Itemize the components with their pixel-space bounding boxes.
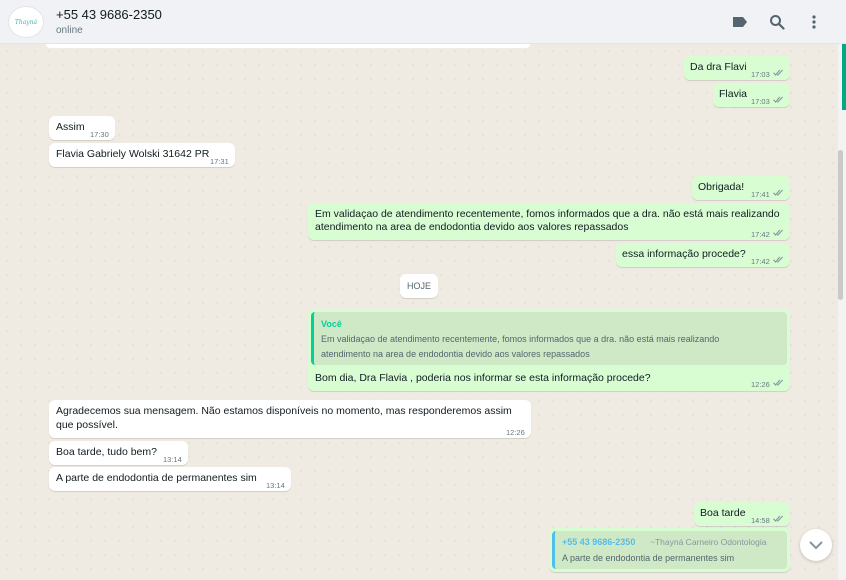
- read-receipt-icon: [773, 189, 783, 196]
- chevron-down-icon: [809, 541, 823, 549]
- message-time: 17:03: [751, 97, 770, 106]
- message-text-line: atendimento na area de endodontia devido…: [315, 221, 629, 233]
- message-text: Obrigada!: [698, 181, 745, 193]
- contact-status: online: [56, 25, 83, 36]
- message-text: Bom dia, Dra Flavia , poderia nos inform…: [315, 372, 651, 384]
- quoted-text-line: atendimento na area de endodontia devido…: [321, 349, 590, 359]
- message-bubble-outgoing-reply[interactable]: Você Em validaçao de atendimento recente…: [308, 309, 790, 391]
- read-receipt-icon: [773, 256, 783, 263]
- avatar-logo-text: Thayná: [14, 18, 38, 26]
- message-time: 17:30: [90, 130, 109, 139]
- message-bubble-incoming[interactable]: A parte de endodontia de permanentes sim…: [49, 467, 291, 491]
- read-receipt-icon: [773, 229, 783, 236]
- message-text-line: Em validaçao de atendimento recentemente…: [315, 208, 780, 220]
- message-bubble-outgoing[interactable]: Obrigada! 17:41: [692, 176, 790, 200]
- message-text: Assim: [56, 121, 85, 133]
- message-bubble-outgoing[interactable]: essa informação procede? 17:42: [616, 243, 790, 267]
- quoted-author-pushname: ~Thayná Carneiro Odontologia: [650, 537, 767, 547]
- quoted-text-line: A parte de endodontia de permanentes sim: [562, 553, 735, 563]
- message-time: 17:03: [751, 70, 770, 79]
- message-time: 17:41: [751, 190, 770, 199]
- read-receipt-icon: [773, 515, 783, 522]
- message-text: essa informação procede?: [622, 248, 746, 260]
- message-bubble-outgoing-reply[interactable]: +55 43 9686-2350 ~Thayná Carneiro Odonto…: [549, 528, 790, 572]
- message-text: Flavia Gabriely Wolski 31642 PR: [56, 148, 210, 160]
- message-time: 12:26: [751, 380, 770, 389]
- menu-icon[interactable]: [804, 12, 824, 32]
- message-time: 12:26: [506, 428, 525, 437]
- scrollbar-track[interactable]: [838, 44, 846, 580]
- chat-header[interactable]: Thayná +55 43 9686-2350 online: [0, 0, 846, 44]
- message-bubble-incoming[interactable]: Boa tarde, tudo bem? 13:14: [49, 441, 188, 465]
- quoted-author: Você: [321, 319, 342, 329]
- read-receipt-icon: [773, 69, 783, 76]
- scrollbar-thumb[interactable]: [838, 150, 843, 300]
- message-time: 17:31: [210, 157, 229, 166]
- message-time: 14:58: [751, 516, 770, 525]
- message-bubble-outgoing[interactable]: Da dra Flavi 17:03: [684, 56, 790, 80]
- message-bubble-incoming[interactable]: Agradecemos sua mensagem. Não estamos di…: [49, 400, 531, 438]
- read-receipt-icon: [773, 379, 783, 386]
- message-text-line: Agradecemos sua mensagem. Não estamos di…: [56, 405, 512, 417]
- message-bubble-incoming[interactable]: Flavia Gabriely Wolski 31642 PR 17:31: [49, 143, 235, 167]
- message-text: Boa tarde: [700, 507, 746, 519]
- quoted-message[interactable]: +55 43 9686-2350 ~Thayná Carneiro Odonto…: [552, 531, 787, 569]
- message-bubble-outgoing[interactable]: Em validaçao de atendimento recentemente…: [308, 203, 790, 240]
- scroll-to-bottom-button[interactable]: [800, 529, 832, 561]
- message-bubble-outgoing[interactable]: Boa tarde 14:58: [694, 502, 790, 526]
- search-icon[interactable]: [767, 12, 787, 32]
- message-text: Flavia: [719, 88, 748, 100]
- message-bubble-outgoing[interactable]: Flavia 17:03: [713, 83, 790, 107]
- message-time: 13:14: [163, 455, 182, 464]
- message-time: 17:42: [751, 257, 770, 266]
- message-time: 13:14: [266, 481, 285, 490]
- message-text: Da dra Flavi: [690, 61, 747, 73]
- quoted-text-line: Em validaçao de atendimento recentemente…: [321, 334, 720, 344]
- label-icon[interactable]: [730, 12, 750, 32]
- read-receipt-icon: [773, 96, 783, 103]
- contact-name[interactable]: +55 43 9686-2350: [56, 7, 162, 22]
- message-text: A parte de endodontia de permanentes sim: [56, 472, 257, 484]
- date-separator: HOJE: [400, 274, 438, 298]
- message-text: Boa tarde, tudo bem?: [56, 446, 157, 458]
- message-bubble-incoming[interactable]: Assim 17:30: [49, 116, 115, 140]
- message-time: 17:42: [751, 230, 770, 239]
- whatsapp-chat-window: Thayná +55 43 9686-2350 online Da dra Fl…: [0, 0, 846, 580]
- quoted-author: +55 43 9686-2350: [562, 537, 636, 547]
- message-text-line: que possível.: [56, 419, 118, 431]
- partial-message-bubble: [46, 44, 530, 48]
- quoted-message[interactable]: Você Em validaçao de atendimento recente…: [311, 312, 787, 365]
- avatar[interactable]: Thayná: [8, 6, 44, 38]
